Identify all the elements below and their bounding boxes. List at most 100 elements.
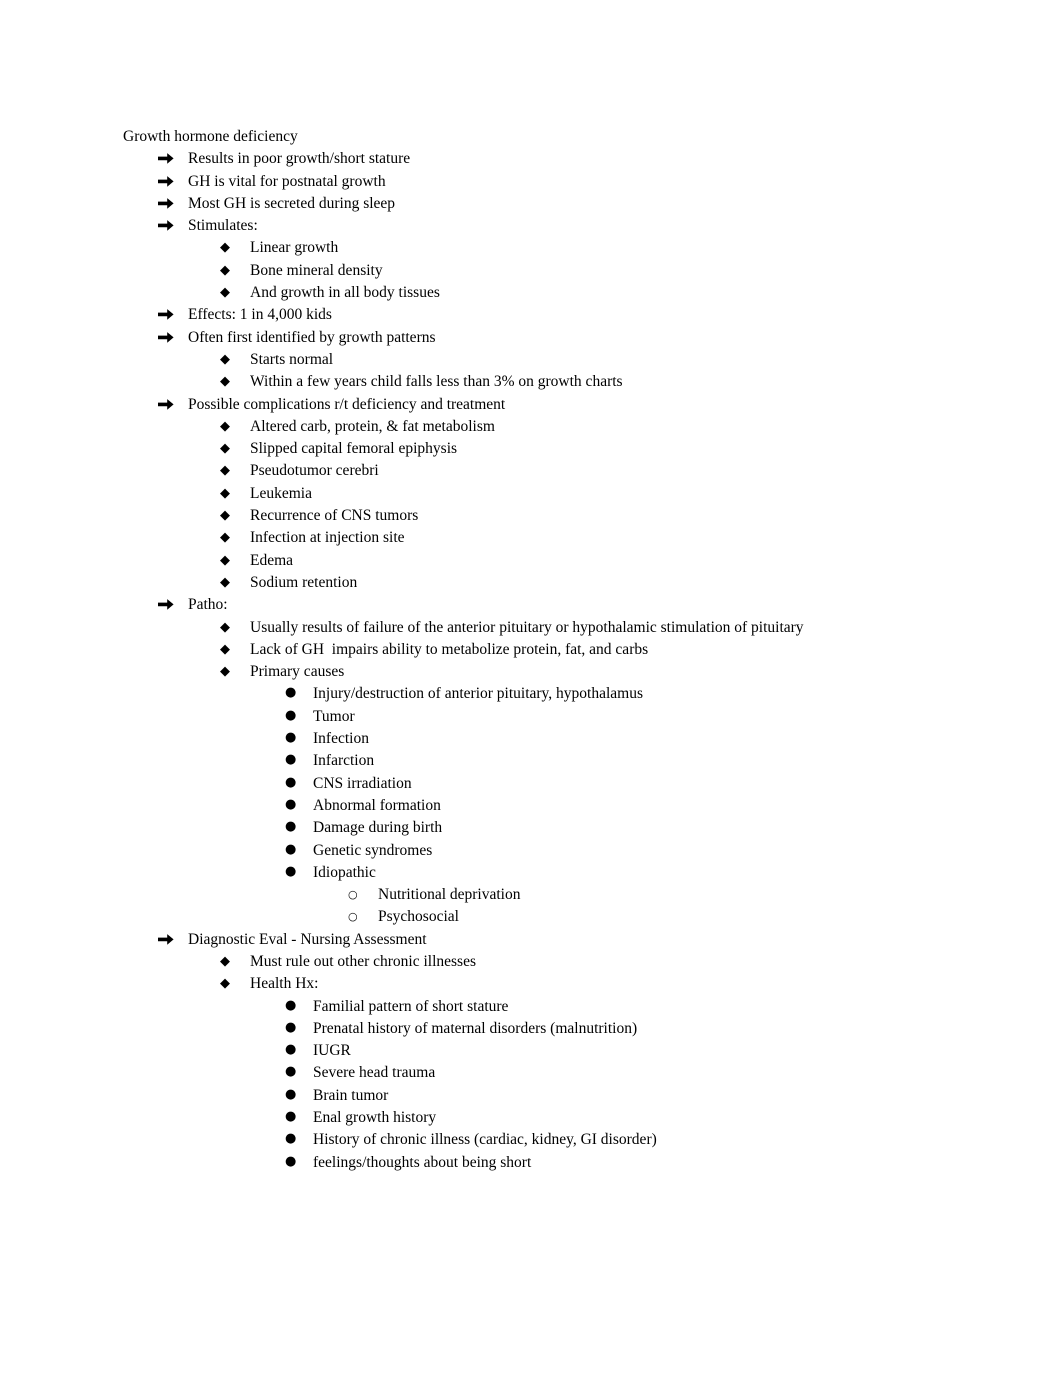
- diamond-bullet-icon: ◆: [220, 285, 230, 301]
- diamond-bullet-icon: ◆: [220, 953, 230, 969]
- outline-item-text: Linear growth: [250, 239, 339, 257]
- outline-item-level-2: ◆ Primary causes ● Injury/destruction of an…: [188, 661, 983, 929]
- round-bullet-icon: ●: [285, 685, 297, 701]
- arrow-bullet-icon: [158, 393, 174, 411]
- outline-item-text: History of chronic illness (cardiac, kid…: [313, 1131, 657, 1149]
- outline-item-text: Most GH is secreted during sleep: [188, 194, 396, 212]
- outline-item-text: Stimulates:: [188, 217, 258, 235]
- outline-item-text: Psychosocial: [378, 908, 459, 926]
- outline-item-text: Results in poor growth/short stature: [188, 150, 411, 168]
- outline-item-text: Bone mineral density: [250, 261, 383, 279]
- outline-item-level-3: ● Prenatal history of maternal disorders …: [250, 1018, 983, 1040]
- outline-item-text: CNS irradiation: [313, 774, 412, 792]
- outline-item-text: Infection at injection site: [250, 529, 405, 547]
- outline-item-level-2: ◆ Within a few years child falls less tha…: [188, 371, 983, 393]
- outline-item-level-2: ◆ Health Hx: ● Familial pattern of short st…: [188, 973, 983, 1174]
- round-bullet-icon: ●: [285, 819, 297, 835]
- document-page: Growth hormone deficiency Results in poo…: [0, 0, 1062, 1376]
- outline-item-text: Sodium retention: [250, 573, 358, 591]
- round-bullet-icon: ●: [285, 841, 297, 857]
- round-bullet-icon: ●: [285, 752, 297, 768]
- outline-list-level-2: ◆ Usually results of failure of the anter…: [188, 617, 983, 929]
- outline-item-level-2: ◆ Starts normal: [188, 349, 983, 371]
- outline-item-level-3: ● Infarction: [250, 750, 983, 772]
- diamond-bullet-icon: ◆: [220, 574, 230, 590]
- outline-item-level-3: ● History of chronic illness (cardiac, ki…: [250, 1129, 983, 1151]
- outline-item-text: Brain tumor: [313, 1086, 389, 1104]
- diamond-bullet-icon: ◆: [220, 463, 230, 479]
- outline-item-level-2: ◆ And growth in all body tissues: [188, 282, 983, 304]
- arrow-bullet-icon: [158, 593, 174, 611]
- round-bullet-icon: ●: [285, 796, 297, 812]
- outline-item-text: Usually results of failure of the anteri…: [250, 618, 804, 636]
- diamond-bullet-icon: ◆: [220, 262, 230, 278]
- outline-item-level-2: ◆ Bone mineral density: [188, 260, 983, 282]
- outline-item-text: Leukemia: [250, 484, 312, 502]
- outline-list-level-1: Results in poor growth/short stature GH i…: [123, 148, 983, 1174]
- outline-item-level-2: ◆ Edema: [188, 550, 983, 572]
- outline-item-text: Diagnostic Eval - Nursing Assessment: [188, 930, 427, 948]
- outline-item-text: Enal growth history: [313, 1109, 437, 1127]
- outline-item-text: Damage during birth: [313, 819, 443, 837]
- diamond-bullet-icon: ◆: [220, 976, 230, 992]
- outline-list-level-2: ◆ Starts normal ◆ Within a few years child …: [188, 349, 983, 394]
- outline-item-text: Lack of GH impairs ability to metabolize…: [250, 640, 649, 658]
- outline-item-text: Nutritional deprivation: [378, 886, 521, 904]
- diamond-bullet-icon: ◆: [220, 530, 230, 546]
- diamond-bullet-icon: ◆: [220, 508, 230, 524]
- outline-item-level-1: Often first identified by growth pattern…: [123, 327, 983, 394]
- round-bullet-icon: ●: [285, 1086, 297, 1102]
- outline-item-text: Infection: [313, 730, 369, 748]
- outline-item-level-1: Possible complications r/t deficiency an…: [123, 394, 983, 595]
- outline-item-text: Possible complications r/t deficiency an…: [188, 395, 506, 413]
- diamond-bullet-icon: ◆: [220, 441, 230, 457]
- document-body: Growth hormone deficiency Results in poo…: [123, 126, 983, 1174]
- outline-item-text: Idiopathic: [313, 863, 376, 881]
- outline-item-text: And growth in all body tissues: [250, 284, 440, 302]
- outline-item-text: Patho:: [188, 596, 228, 614]
- outline-list-level-2: ◆ Must rule out other chronic illnesses ◆ H…: [188, 951, 983, 1174]
- outline-item-text: Slipped capital femoral epiphysis: [250, 440, 458, 458]
- outline-item-level-3: ● Injury/destruction of anterior pituitar…: [250, 683, 983, 705]
- outline-item-text: Tumor: [313, 707, 355, 725]
- outline-item-level-4: ○ Psychosocial: [313, 906, 983, 928]
- outline-item-level-2: ◆ Must rule out other chronic illnesses: [188, 951, 983, 973]
- diamond-bullet-icon: ◆: [220, 552, 230, 568]
- outline-item-level-3: ● Brain tumor: [250, 1085, 983, 1107]
- outline-item-level-2: ◆ Altered carb, protein, & fat metabolism: [188, 416, 983, 438]
- outline-item-level-2: ◆ Sodium retention: [188, 572, 983, 594]
- round-bullet-icon: ●: [285, 774, 297, 790]
- hollow-circle-bullet-icon: ○: [348, 888, 358, 902]
- diamond-bullet-icon: ◆: [220, 664, 230, 680]
- outline-item-level-3: ● Abnormal formation: [250, 795, 983, 817]
- round-bullet-icon: ●: [285, 1042, 297, 1058]
- outline-item-level-2: ◆ Pseudotumor cerebri: [188, 460, 983, 482]
- arrow-bullet-icon: [158, 170, 174, 188]
- outline-list-level-2: ◆ Linear growth ◆ Bone mineral density ◆ And …: [188, 237, 983, 304]
- outline-item-level-2: ◆ Lack of GH impairs ability to metaboliz…: [188, 639, 983, 661]
- round-bullet-icon: ●: [285, 863, 297, 879]
- outline-list-level-2: ◆ Altered carb, protein, & fat metabolism…: [188, 416, 983, 594]
- outline-item-text: Infarction: [313, 752, 375, 770]
- outline-item-text: Severe head trauma: [313, 1064, 436, 1082]
- outline-item-text: Prenatal history of maternal disorders (…: [313, 1019, 638, 1037]
- hollow-circle-bullet-icon: ○: [348, 910, 358, 924]
- outline-item-level-3: ● Idiopathic ○ Nutritional deprivation ○ Psyc…: [250, 862, 983, 929]
- outline-item-level-4: ○ Nutritional deprivation: [313, 884, 983, 906]
- round-bullet-icon: ●: [285, 1109, 297, 1125]
- outline-item-text: GH is vital for postnatal growth: [188, 172, 386, 190]
- round-bullet-icon: ●: [285, 1019, 297, 1035]
- outline-item-level-1: Diagnostic Eval - Nursing Assessment ◆ Mus…: [123, 929, 983, 1174]
- outline-item-text: Within a few years child falls less than…: [250, 373, 623, 391]
- arrow-bullet-icon: [158, 303, 174, 321]
- outline-item-level-3: ● Enal growth history: [250, 1107, 983, 1129]
- diamond-bullet-icon: ◆: [220, 619, 230, 635]
- arrow-bullet-icon: [158, 928, 174, 946]
- outline-item-text: Injury/destruction of anterior pituitary…: [313, 685, 644, 703]
- outline-item-text: Often first identified by growth pattern…: [188, 328, 436, 346]
- diamond-bullet-icon: ◆: [220, 485, 230, 501]
- outline-item-level-3: ● CNS irradiation: [250, 773, 983, 795]
- outline-item-level-1: Stimulates: ◆ Linear growth ◆ Bone mineral d…: [123, 215, 983, 304]
- outline-item-level-2: ◆ Linear growth: [188, 237, 983, 259]
- outline-item-level-3: ● Tumor: [250, 706, 983, 728]
